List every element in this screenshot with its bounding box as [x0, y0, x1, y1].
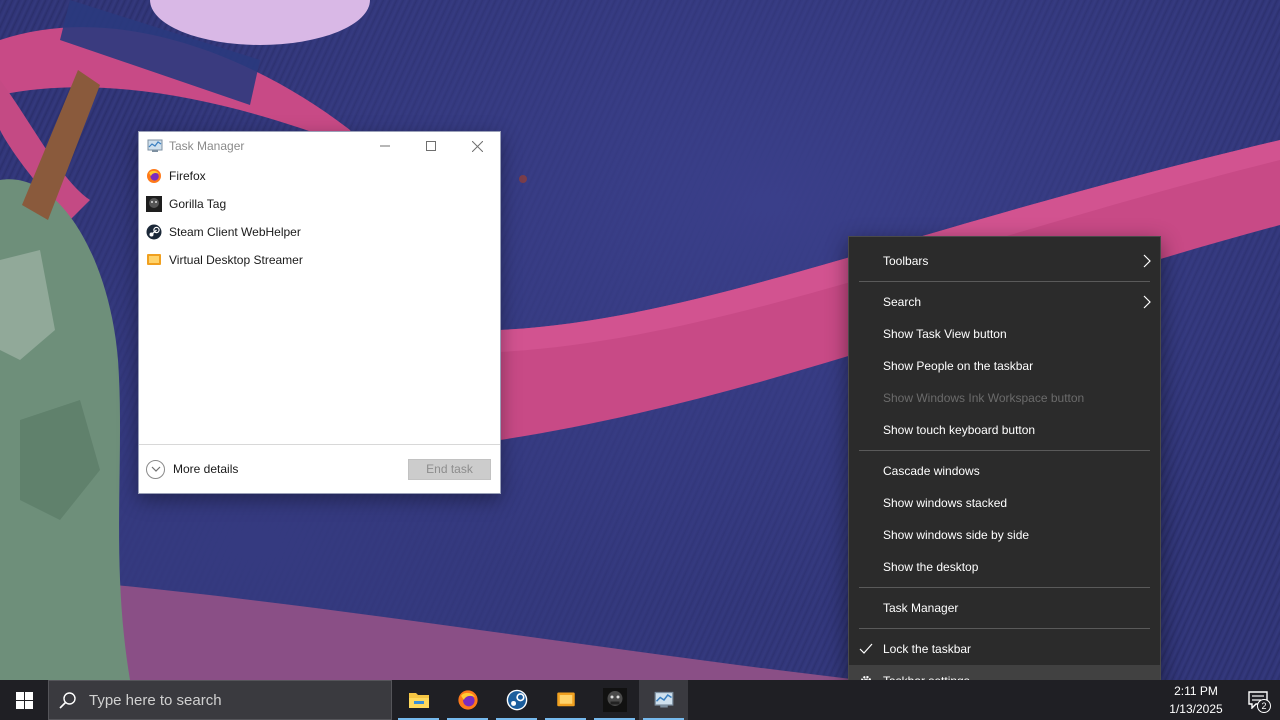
menu-item-label: Search — [883, 295, 922, 309]
menu-item-windows-side-by-side[interactable]: Show windows side by side — [849, 519, 1160, 551]
app-row-virtual-desktop[interactable]: Virtual Desktop Streamer — [139, 246, 500, 274]
more-details-label: More details — [173, 462, 239, 476]
app-row-gorilla-tag[interactable]: Gorilla Tag — [139, 190, 500, 218]
notification-count-badge: 2 — [1257, 699, 1271, 713]
virtual-desktop-icon — [147, 254, 161, 265]
menu-item-show-people[interactable]: Show People on the taskbar — [849, 350, 1160, 382]
menu-item-label: Lock the taskbar — [883, 642, 972, 656]
pinned-apps — [394, 680, 688, 720]
start-button[interactable] — [0, 680, 48, 720]
minimize-icon — [380, 145, 390, 147]
app-row-steam[interactable]: Steam Client WebHelper — [139, 218, 500, 246]
taskbar-search-box[interactable] — [48, 680, 392, 720]
steam-icon — [506, 689, 527, 711]
app-name: Gorilla Tag — [169, 197, 227, 211]
taskbar-clock[interactable]: 2:11 PM 1/13/2025 — [1156, 682, 1236, 718]
search-icon — [59, 692, 76, 709]
menu-item-label: Task Manager — [883, 601, 959, 615]
minimize-button[interactable] — [362, 132, 408, 160]
app-name: Steam Client WebHelper — [169, 225, 301, 239]
file-explorer-icon — [408, 693, 429, 708]
menu-item-label: Toolbars — [883, 254, 929, 268]
menu-separator — [859, 587, 1150, 588]
gorilla-tag-icon — [602, 688, 627, 712]
maximize-icon — [426, 141, 436, 151]
taskbar-file-explorer[interactable] — [394, 680, 443, 720]
small-object — [519, 175, 527, 183]
menu-item-label: Show Task View button — [883, 327, 1007, 341]
app-list: Firefox Gorilla Tag Steam Client WebHelp… — [139, 160, 500, 274]
close-button[interactable] — [454, 132, 500, 160]
checkmark-icon — [859, 643, 873, 654]
menu-separator — [859, 450, 1150, 451]
menu-item-toolbars[interactable]: Toolbars — [849, 245, 1160, 277]
menu-item-show-ink-workspace: Show Windows Ink Workspace button — [849, 382, 1160, 414]
menu-item-label: Show windows stacked — [883, 496, 1008, 510]
menu-separator — [859, 281, 1150, 282]
taskbar: 2:11 PM 1/13/2025 2 — [0, 680, 1280, 720]
app-row-firefox[interactable]: Firefox — [139, 162, 500, 190]
chevron-right-icon — [1143, 254, 1151, 268]
menu-item-windows-stacked[interactable]: Show windows stacked — [849, 487, 1160, 519]
ground — [0, 580, 860, 680]
menu-item-label: Show Windows Ink Workspace button — [883, 391, 1085, 405]
taskbar-steam[interactable] — [492, 680, 541, 720]
task-manager-footer: More details End task — [139, 444, 500, 493]
task-manager-icon — [147, 139, 163, 152]
menu-item-show-touch-keyboard[interactable]: Show touch keyboard button — [849, 414, 1160, 446]
maximize-button[interactable] — [408, 132, 454, 160]
menu-item-label: Show touch keyboard button — [883, 423, 1036, 437]
window-title: Task Manager — [169, 139, 245, 153]
app-name: Firefox — [169, 169, 206, 183]
taskbar-firefox[interactable] — [443, 680, 492, 720]
menu-item-cascade-windows[interactable]: Cascade windows — [849, 455, 1160, 487]
search-input[interactable] — [89, 691, 369, 709]
close-icon — [471, 140, 483, 152]
system-tray: 2:11 PM 1/13/2025 2 — [1156, 680, 1280, 720]
menu-item-show-desktop[interactable]: Show the desktop — [849, 551, 1160, 583]
action-center-button[interactable]: 2 — [1236, 680, 1280, 720]
clock-date: 1/13/2025 — [1169, 702, 1223, 716]
menu-item-show-task-view[interactable]: Show Task View button — [849, 318, 1160, 350]
end-task-button[interactable]: End task — [408, 458, 491, 480]
gorilla-tag-icon — [146, 196, 162, 212]
clock-time: 2:11 PM — [1174, 684, 1218, 698]
windows-logo-icon — [15, 691, 33, 709]
menu-item-search[interactable]: Search — [849, 286, 1160, 318]
task-manager-icon — [654, 691, 673, 708]
menu-item-lock-taskbar[interactable]: Lock the taskbar — [849, 633, 1160, 665]
taskbar-context-menu: Toolbars Search Show Task View button Sh… — [848, 236, 1161, 705]
menu-separator — [859, 628, 1150, 629]
menu-item-label: Show the desktop — [883, 560, 979, 574]
menu-item-label: Show People on the taskbar — [883, 359, 1034, 373]
menu-item-task-manager[interactable]: Task Manager — [849, 592, 1160, 624]
taskbar-virtual-desktop[interactable] — [541, 680, 590, 720]
firefox-icon — [147, 169, 161, 183]
chevron-right-icon — [1143, 295, 1151, 309]
app-name: Virtual Desktop Streamer — [169, 253, 303, 267]
task-manager-window: Task Manager Firefox Gorilla Tag Steam C… — [138, 131, 501, 494]
taskbar-gorilla-tag[interactable] — [590, 680, 639, 720]
chevron-down-icon — [146, 459, 165, 479]
virtual-desktop-icon — [556, 692, 575, 707]
menu-item-label: Show windows side by side — [883, 528, 1030, 542]
firefox-icon — [457, 690, 478, 710]
taskbar-task-manager[interactable] — [639, 680, 688, 720]
menu-item-label: Cascade windows — [883, 464, 980, 478]
steam-icon — [146, 224, 162, 240]
more-details-button[interactable]: More details — [146, 459, 408, 479]
task-manager-titlebar[interactable]: Task Manager — [139, 132, 500, 160]
